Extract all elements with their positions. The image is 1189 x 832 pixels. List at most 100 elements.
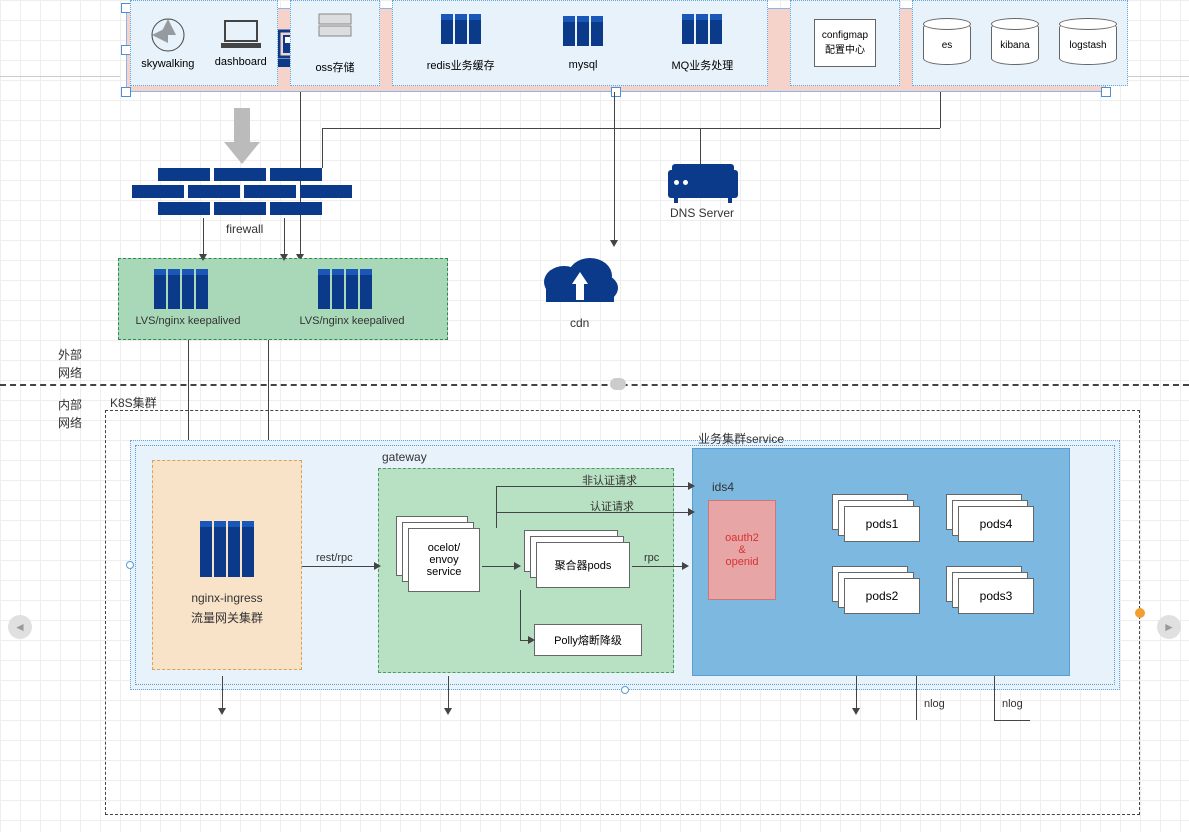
server-icon bbox=[318, 269, 330, 309]
server-icon bbox=[168, 269, 180, 309]
connection-point[interactable] bbox=[126, 561, 134, 569]
internal-net-label: 网络 bbox=[58, 414, 82, 431]
oss-label: oss存储 bbox=[315, 59, 354, 75]
server-icon bbox=[696, 14, 708, 44]
server-icon bbox=[577, 16, 589, 46]
pods1-box[interactable]: pods1 bbox=[844, 506, 920, 542]
server-icon bbox=[154, 269, 166, 309]
pods2-box[interactable]: pods2 bbox=[844, 578, 920, 614]
arrow-head-icon bbox=[444, 708, 452, 715]
logstash-cylinder[interactable]: logstash bbox=[1059, 21, 1117, 65]
selection-handle[interactable] bbox=[611, 87, 621, 97]
lvs-label: LVS/nginx keepalived bbox=[133, 315, 243, 327]
k8s-label: K8S集群 bbox=[110, 394, 157, 411]
connector bbox=[302, 566, 378, 567]
diagram-canvas[interactable]: firewall LVS/nginx keepalived LVS/nginx … bbox=[0, 0, 1189, 832]
divider-handle-icon[interactable] bbox=[610, 378, 626, 390]
pods-text: pods2 bbox=[866, 589, 899, 603]
polly-card[interactable]: Polly熔断降级 bbox=[534, 624, 642, 656]
firewall-label: firewall bbox=[226, 222, 263, 236]
server-icon bbox=[200, 521, 212, 577]
connection-point[interactable] bbox=[621, 686, 629, 694]
rpc-label: rpc bbox=[644, 552, 659, 564]
ocelot-text: envoy bbox=[429, 554, 458, 566]
kibana-text: kibana bbox=[1000, 40, 1029, 51]
connector bbox=[322, 128, 940, 129]
server-icon bbox=[346, 269, 358, 309]
pods4-box[interactable]: pods4 bbox=[958, 506, 1034, 542]
arrow-head-icon bbox=[280, 254, 288, 261]
oauth-text: & bbox=[738, 544, 745, 556]
kibana-cylinder[interactable]: kibana bbox=[991, 21, 1039, 65]
server-icon bbox=[214, 521, 226, 577]
mysql-label: mysql bbox=[562, 59, 604, 71]
rest-rpc-label: rest/rpc bbox=[316, 552, 353, 564]
gateway-label: gateway bbox=[382, 450, 427, 464]
polly-text: Polly熔断降级 bbox=[554, 632, 622, 648]
laptop-small-icon bbox=[219, 19, 263, 51]
configmap-box[interactable]: configmap 配置中心 bbox=[814, 19, 876, 67]
oss-group[interactable]: oss存储 bbox=[290, 0, 380, 86]
auth-label: 认证请求 bbox=[590, 498, 634, 514]
internal-net-label: 内部 bbox=[58, 396, 82, 413]
nginx-ingress-box[interactable]: nginx-ingress 流量网关集群 bbox=[152, 460, 302, 670]
unauth-label: 非认证请求 bbox=[582, 472, 637, 488]
service-cluster-label: 业务集群service bbox=[698, 430, 784, 447]
dns-label: DNS Server bbox=[670, 206, 734, 220]
selection-handle[interactable] bbox=[1101, 87, 1111, 97]
connector bbox=[482, 566, 518, 567]
ids4-box[interactable]: oauth2 & openid bbox=[708, 500, 776, 600]
server-icon bbox=[563, 16, 575, 46]
arrow-head-icon bbox=[682, 562, 689, 570]
aperture-icon bbox=[150, 17, 186, 53]
server-icon bbox=[455, 14, 467, 44]
connector bbox=[496, 486, 497, 528]
storage-icon bbox=[317, 12, 353, 44]
connector bbox=[994, 676, 995, 720]
cloud-icon[interactable] bbox=[538, 248, 622, 312]
server-icon bbox=[228, 521, 240, 577]
loadbalancer-group[interactable]: LVS/nginx keepalived LVS/nginx keepalive… bbox=[118, 258, 448, 340]
connector bbox=[448, 676, 449, 712]
data-group[interactable]: redis业务缓存 mysql MQ业务处理 bbox=[392, 0, 768, 86]
configmap-text: configmap bbox=[822, 30, 868, 41]
ocelot-text: ocelot/ bbox=[428, 542, 460, 554]
arrow-head-icon bbox=[218, 708, 226, 715]
configmap-group[interactable]: configmap 配置中心 bbox=[790, 0, 900, 86]
rotation-handle[interactable] bbox=[1135, 608, 1145, 618]
logstash-text: logstash bbox=[1069, 40, 1106, 51]
ocelot-card[interactable]: ocelot/ envoy service bbox=[408, 528, 480, 592]
monitoring-group[interactable]: skywalking dashboard bbox=[130, 0, 278, 86]
prev-page-button[interactable]: ◄ bbox=[8, 615, 32, 639]
pods3-box[interactable]: pods3 bbox=[958, 578, 1034, 614]
arrow-head-icon bbox=[688, 508, 695, 516]
dns-server-shape[interactable] bbox=[668, 170, 738, 198]
oauth-text: oauth2 bbox=[725, 532, 759, 544]
arrow-head-icon bbox=[610, 240, 618, 247]
redis-label: redis业务缓存 bbox=[427, 57, 495, 73]
ingress-label: nginx-ingress bbox=[153, 591, 301, 605]
elk-group[interactable]: es kibana logstash bbox=[912, 0, 1128, 86]
oauth-text: openid bbox=[725, 556, 758, 568]
server-icon bbox=[682, 14, 694, 44]
cdn-label: cdn bbox=[570, 316, 589, 330]
dashboard-label: dashboard bbox=[215, 56, 267, 68]
aggregator-card[interactable]: 聚合器pods bbox=[536, 542, 630, 588]
firewall-shape[interactable] bbox=[158, 168, 328, 216]
connector bbox=[994, 720, 1030, 721]
pods-text: pods1 bbox=[866, 517, 899, 531]
next-page-button[interactable]: ► bbox=[1157, 615, 1181, 639]
nlog-label: nlog bbox=[1002, 698, 1023, 710]
ids4-label: ids4 bbox=[712, 480, 734, 494]
external-net-label: 网络 bbox=[58, 364, 82, 381]
server-icon bbox=[242, 521, 254, 577]
selection-handle[interactable] bbox=[121, 87, 131, 97]
connector bbox=[614, 92, 615, 244]
arrow-head-icon bbox=[514, 562, 521, 570]
arrow-down-icon bbox=[222, 108, 262, 166]
pods-text: pods4 bbox=[980, 517, 1013, 531]
aggregator-text: 聚合器pods bbox=[555, 557, 612, 573]
es-cylinder[interactable]: es bbox=[923, 21, 971, 65]
server-icon bbox=[196, 269, 208, 309]
server-icon bbox=[591, 16, 603, 46]
